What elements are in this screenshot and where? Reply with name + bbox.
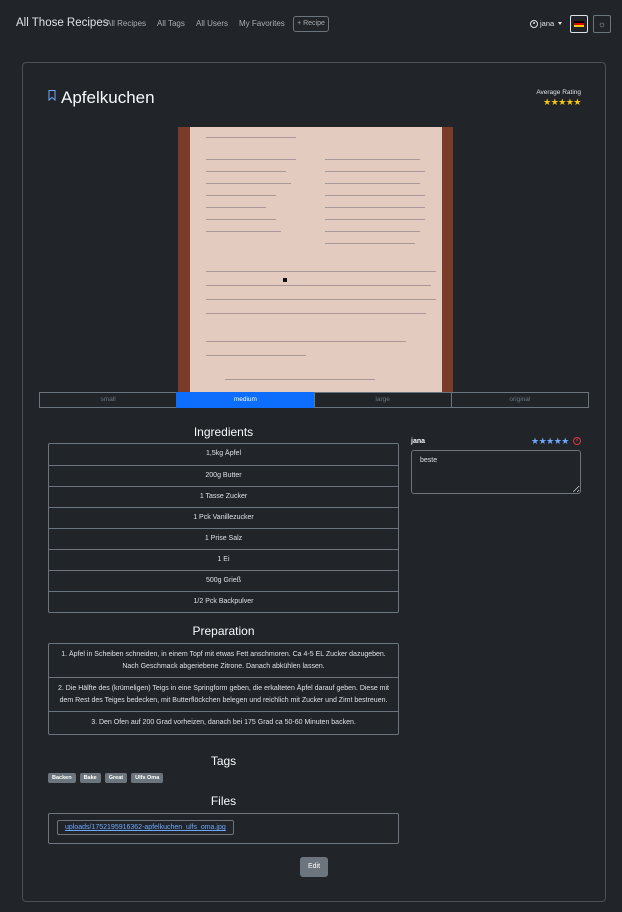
ingredients-heading: Ingredients — [193, 425, 254, 439]
size-tab-original[interactable]: original — [450, 392, 589, 408]
list-item: 500g Grieß — [49, 570, 398, 591]
user-menu-dropdown[interactable]: jana — [530, 19, 563, 28]
tag-badge[interactable]: Great — [104, 773, 128, 783]
nav-all-tags[interactable]: All Tags — [157, 19, 185, 28]
average-rating-stars: ★★★★★ — [543, 97, 581, 107]
delete-comment-icon[interactable]: × — [573, 437, 581, 445]
files-heading: Files — [210, 794, 237, 808]
image-size-selector: small medium large original — [39, 392, 589, 408]
edit-button[interactable]: Edit — [300, 857, 328, 877]
add-recipe-button[interactable]: + Recipe — [293, 16, 329, 32]
recipe-photo — [178, 127, 453, 393]
user-icon — [530, 19, 538, 28]
bookmark-icon[interactable] — [48, 90, 56, 101]
size-tab-medium[interactable]: medium — [176, 392, 315, 408]
list-item: 3. Den Ofen auf 200 Grad vorheizen, dana… — [49, 711, 398, 734]
language-button[interactable] — [570, 15, 588, 33]
caret-down-icon — [558, 22, 563, 25]
list-item: 1/2 Pck Backpulver — [49, 591, 398, 612]
list-item: 1 Ei — [49, 549, 398, 570]
list-item: 2. Die Hälfte des (krümeligen) Teigs in … — [49, 677, 398, 711]
handwritten-recipe-paper — [190, 127, 442, 393]
recipe-card: Apfelkuchen Average Rating ★★★★★ small m… — [22, 62, 606, 902]
nav-my-favorites[interactable]: My Favorites — [239, 19, 285, 28]
ingredients-list: 1,5kg Äpfel 200g Butter 1 Tasse Zucker 1… — [48, 443, 399, 613]
brand-link[interactable]: All Those Recipes — [16, 17, 108, 29]
list-item: 1 Pck Vanillezucker — [49, 507, 398, 528]
comment-textarea[interactable]: beste — [411, 450, 581, 494]
sun-icon: ☼ — [597, 19, 607, 29]
comment-author: jana — [411, 438, 426, 445]
list-item: 1 Prise Salz — [49, 528, 398, 549]
nav-all-users[interactable]: All Users — [196, 19, 228, 28]
average-rating-label: Average Rating — [536, 89, 581, 96]
username-label: jana — [540, 19, 555, 28]
preparation-heading: Preparation — [192, 624, 255, 638]
list-item: 200g Butter — [49, 465, 398, 486]
list-item: 1. Äpfel in Scheiben schneiden, in einem… — [61, 651, 386, 670]
list-item: 1 Tasse Zucker — [49, 486, 398, 507]
german-flag-icon — [574, 20, 584, 28]
preparation-list: 1. Äpfel in Scheiben schneiden, in einem… — [48, 643, 399, 735]
tag-badge[interactable]: Ulfs Oma — [131, 773, 164, 783]
files-list: uploads/1752195916362-apfelkuchen_ulfs_o… — [48, 813, 399, 844]
recipe-title: Apfelkuchen — [61, 88, 155, 107]
size-tab-small[interactable]: small — [39, 392, 178, 408]
size-tab-large[interactable]: large — [313, 392, 452, 408]
tag-badge[interactable]: Backen — [48, 773, 76, 783]
navbar: All Those Recipes All Recipes All Tags A… — [0, 0, 622, 48]
list-item: 1,5kg Äpfel — [205, 450, 242, 457]
comment-rating-stars[interactable]: ★★★★★ — [531, 436, 569, 447]
file-link[interactable]: uploads/1752195916362-apfelkuchen_ulfs_o… — [57, 820, 234, 835]
tags-list: Backen Bake Great Ulfs Oma — [48, 773, 164, 783]
tag-badge[interactable]: Bake — [79, 773, 101, 783]
tags-heading: Tags — [210, 754, 237, 768]
nav-all-recipes[interactable]: All Recipes — [106, 19, 146, 28]
theme-toggle-button[interactable]: ☼ — [593, 15, 611, 33]
